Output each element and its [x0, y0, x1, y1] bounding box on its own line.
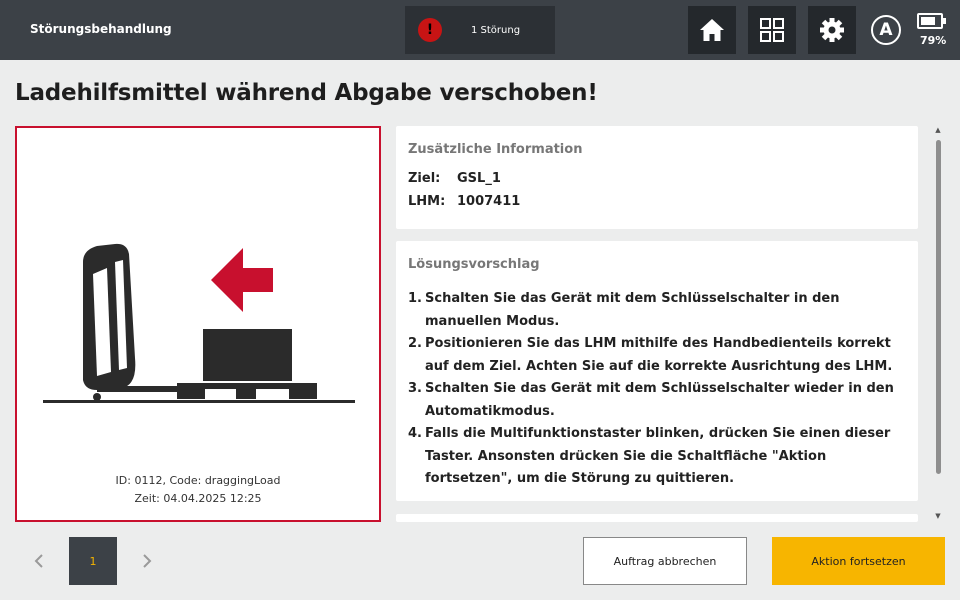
info-label: LHM:	[408, 194, 446, 209]
solution-step: 2. Positionieren Sie das LHM mithilfe de…	[408, 336, 893, 374]
scrollbar[interactable]: ▲ ▼	[932, 126, 944, 522]
grid-icon	[760, 18, 784, 42]
page-title: Ladehilfsmittel während Abgabe verschobe…	[15, 80, 598, 106]
app-title: Störungsbehandlung	[30, 22, 172, 36]
additional-info-card: Zusätzliche Information Ziel: GSL_1 LHM:…	[396, 126, 918, 229]
error-id-code: ID: 0112, Code: draggingLoad	[115, 474, 281, 487]
current-page-indicator[interactable]: 1	[69, 537, 117, 585]
info-row-target: Ziel: GSL_1	[408, 167, 906, 190]
error-image-panel: ID: 0112, Code: draggingLoad Zeit: 04.04…	[15, 126, 381, 522]
chevron-left-icon	[34, 554, 43, 568]
solution-step: 4. Falls die Multifunktionstaster blinke…	[408, 426, 891, 486]
additional-info-heading: Zusätzliche Information	[408, 142, 583, 157]
info-label: Ziel:	[408, 171, 441, 186]
apps-button[interactable]	[748, 6, 796, 54]
error-timestamp: Zeit: 04.04.2025 12:25	[134, 492, 262, 505]
battery-percent: 79%	[920, 34, 947, 47]
next-card-partial	[396, 514, 918, 522]
error-count-label: 1 Störung	[471, 24, 521, 36]
scroll-down-icon[interactable]: ▼	[934, 512, 942, 520]
info-value: GSL_1	[457, 171, 501, 186]
scroll-thumb[interactable]	[936, 140, 941, 474]
arrow-left-icon	[211, 248, 273, 312]
continue-action-button[interactable]: Aktion fortsetzen	[772, 537, 945, 585]
previous-page-button[interactable]	[29, 548, 49, 574]
scroll-up-icon[interactable]: ▲	[934, 126, 942, 134]
solution-steps: 1. Schalten Sie das Gerät mit dem Schlüs…	[408, 288, 906, 491]
dragging-load-illustration	[43, 243, 355, 403]
home-icon	[700, 19, 724, 41]
automatic-mode-indicator: A	[871, 15, 901, 45]
gear-icon	[820, 18, 844, 42]
top-bar: Störungsbehandlung ! 1 Störung A 79%	[0, 0, 960, 60]
chevron-right-icon	[143, 554, 152, 568]
info-row-lhm: LHM: 1007411	[408, 190, 906, 213]
battery-icon	[917, 13, 943, 29]
info-value: 1007411	[457, 194, 521, 209]
exclamation-icon: !	[418, 18, 442, 42]
solution-card: Lösungsvorschlag 1. Schalten Sie das Ger…	[396, 241, 918, 501]
error-count-button[interactable]: ! 1 Störung	[405, 6, 555, 54]
cancel-order-button[interactable]: Auftrag abbrechen	[583, 537, 747, 585]
solution-heading: Lösungsvorschlag	[408, 257, 540, 272]
battery-level-fill	[921, 17, 935, 25]
home-button[interactable]	[688, 6, 736, 54]
battery-indicator: 79%	[915, 13, 949, 49]
next-page-button[interactable]	[137, 548, 157, 574]
solution-step: 1. Schalten Sie das Gerät mit dem Schlüs…	[408, 291, 840, 329]
settings-button[interactable]	[808, 6, 856, 54]
solution-step: 3. Schalten Sie das Gerät mit dem Schlüs…	[408, 381, 894, 419]
